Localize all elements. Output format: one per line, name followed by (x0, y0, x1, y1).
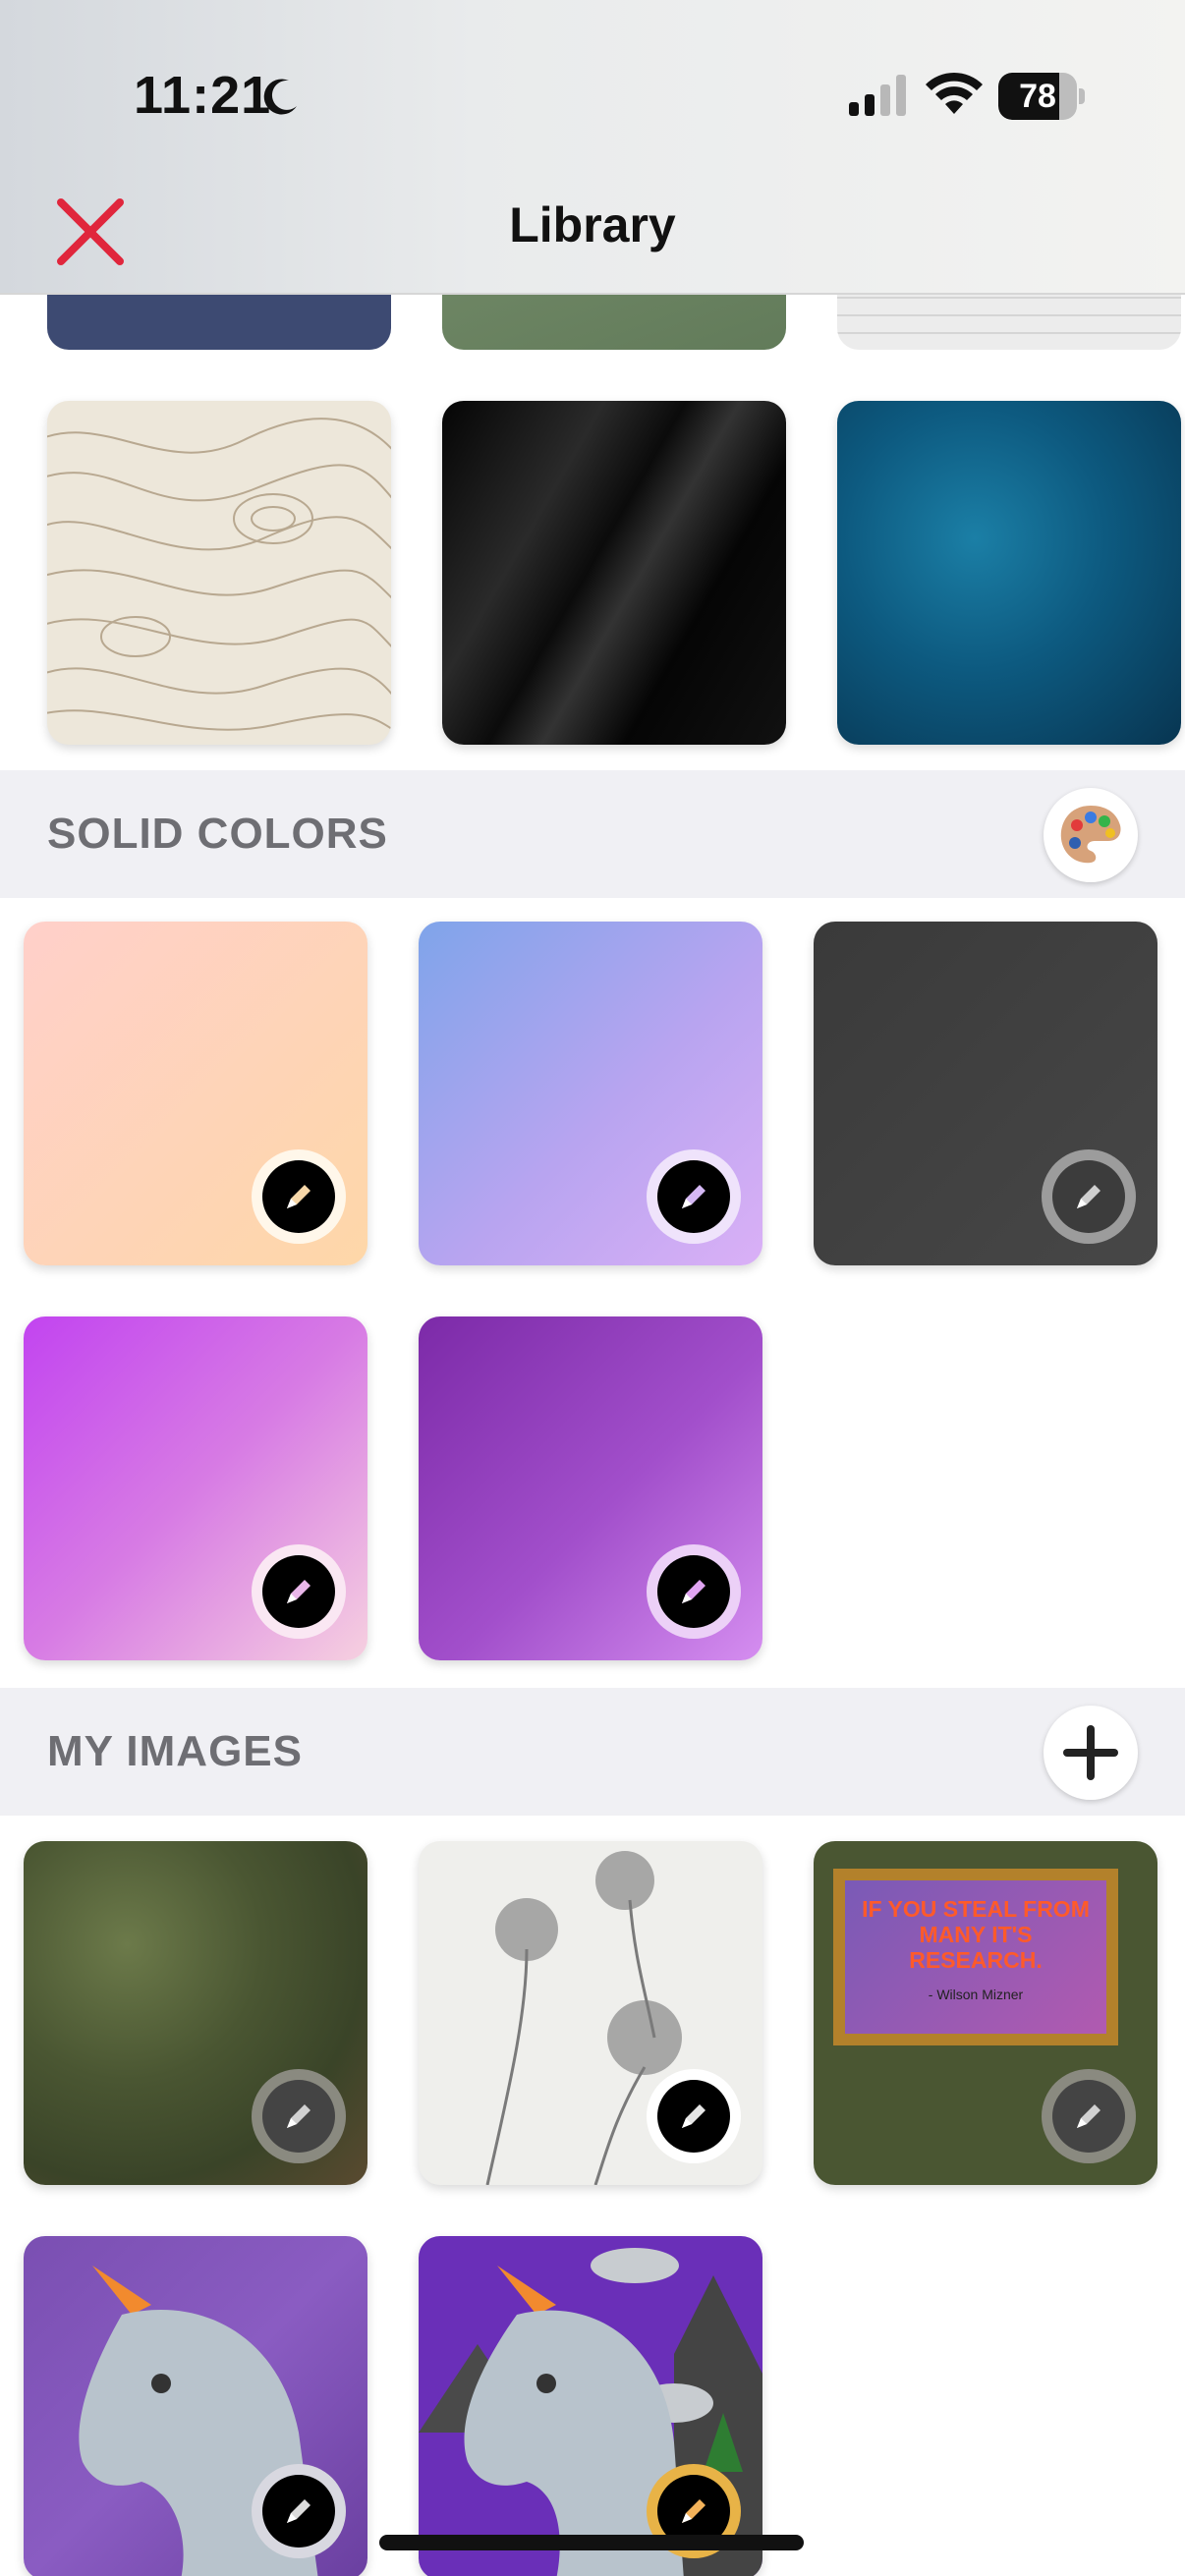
solid-colors-header: SOLID COLORS (0, 770, 1185, 898)
home-indicator[interactable] (379, 2535, 804, 2550)
edit-button[interactable] (647, 1544, 741, 1639)
palette-button[interactable] (1044, 788, 1138, 882)
image-tile-ink-flowers[interactable] (419, 1841, 762, 2185)
solid-color-peach[interactable] (24, 922, 367, 1265)
pencil-icon (287, 1185, 310, 1208)
solid-color-blue-purple[interactable] (419, 922, 762, 1265)
image-tile-camo-texture[interactable] (24, 1841, 367, 2185)
solid-color-violet[interactable] (419, 1316, 762, 1660)
pencil-icon (287, 1580, 310, 1603)
edit-button[interactable] (1042, 1149, 1136, 1244)
edit-button[interactable] (1042, 2069, 1136, 2163)
solid-color-charcoal[interactable] (814, 922, 1157, 1265)
quote-text: IF YOU STEAL FROM MANY IT'S RESEARCH. (862, 1896, 1090, 1973)
top-bar: 11:21 78 Library (0, 0, 1185, 295)
pencil-icon (682, 1185, 705, 1208)
pencil-icon (287, 2499, 310, 2523)
texture-tile-topographic[interactable] (47, 401, 391, 745)
quote-author: - Wilson Mizner (928, 1987, 1024, 2002)
edit-button[interactable] (252, 1149, 346, 1244)
image-tile-unicorn-landscape[interactable] (419, 2236, 762, 2576)
quote-card: IF YOU STEAL FROM MANY IT'S RESEARCH. - … (833, 1869, 1118, 2045)
status-time: 11:21 (134, 66, 272, 125)
plus-icon (1063, 1725, 1118, 1780)
image-tile-quote-poster[interactable]: IF YOU STEAL FROM MANY IT'S RESEARCH. - … (814, 1841, 1157, 2185)
pencil-icon (682, 1580, 705, 1603)
texture-tile-black-satin[interactable] (442, 401, 786, 745)
battery-indicator: 78 (998, 73, 1085, 120)
pencil-icon (682, 2104, 705, 2128)
page-title: Library (509, 197, 676, 252)
battery-percentage: 78 (1019, 78, 1056, 115)
section-title-my-images: MY IMAGES (47, 1727, 304, 1775)
pencil-icon (287, 2104, 310, 2128)
solid-color-magenta-pink[interactable] (24, 1316, 367, 1660)
texture-tile-blue-crumpled[interactable] (837, 401, 1181, 745)
moon-icon (263, 79, 297, 115)
add-image-button[interactable] (1044, 1706, 1138, 1800)
edit-button[interactable] (252, 2069, 346, 2163)
pencil-icon (682, 2499, 705, 2523)
wifi-icon (926, 72, 983, 114)
image-tile-unicorn-purple[interactable] (24, 2236, 367, 2576)
my-images-header: MY IMAGES (0, 1688, 1185, 1816)
pencil-icon (1077, 1185, 1100, 1208)
section-title-solid-colors: SOLID COLORS (47, 810, 388, 858)
palette-icon (1060, 806, 1121, 864)
edit-button[interactable] (252, 1544, 346, 1639)
edit-button[interactable] (647, 2069, 741, 2163)
edit-button[interactable] (252, 2464, 346, 2558)
cellular-signal-icon (849, 75, 906, 116)
edit-button[interactable] (647, 1149, 741, 1244)
topographic-pattern (47, 418, 391, 731)
pencil-icon (1077, 2104, 1100, 2128)
